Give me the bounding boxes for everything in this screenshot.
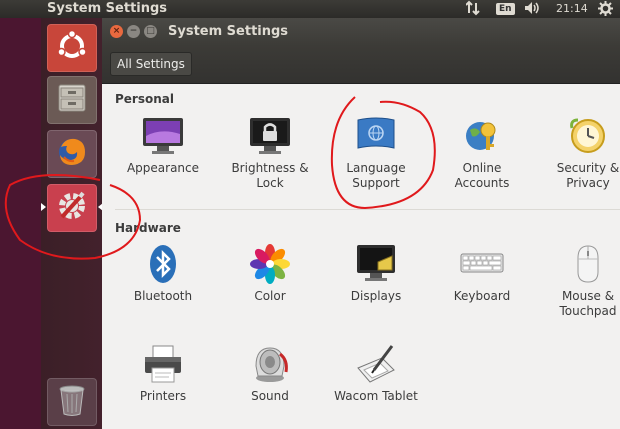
brightness-lock-icon	[248, 114, 292, 158]
settings-item-online-accounts[interactable]: Online Accounts	[432, 114, 532, 191]
top-panel-title: System Settings	[47, 1, 168, 16]
bluetooth-icon	[141, 242, 185, 286]
settings-item-label-line2: Privacy	[566, 176, 610, 190]
toolbar: All Settings	[102, 46, 620, 84]
settings-item-label: Color	[254, 289, 286, 303]
settings-item-language-support[interactable]: Language Support	[326, 114, 426, 191]
settings-item-mouse-touchpad[interactable]: Mouse & Touchpad	[538, 242, 620, 319]
keyboard-layout-indicator[interactable]: En	[496, 3, 515, 15]
keyboard-icon	[460, 242, 504, 286]
settings-item-sound[interactable]: Sound	[220, 342, 320, 404]
settings-item-label: Appearance	[126, 161, 200, 175]
settings-item-label: Keyboard	[453, 289, 511, 303]
settings-item-printers[interactable]: Printers	[113, 342, 213, 404]
mouse-icon	[566, 242, 610, 286]
top-panel: System Settings En 21:14	[0, 0, 620, 18]
launcher-files-button[interactable]	[47, 76, 97, 124]
speaker-icon	[248, 342, 292, 386]
settings-item-label-line2: Accounts	[454, 176, 510, 190]
settings-item-displays[interactable]: Displays	[326, 242, 426, 304]
all-settings-button[interactable]: All Settings	[110, 52, 192, 76]
settings-item-label-line1: Security &	[556, 161, 620, 175]
launcher	[41, 18, 103, 429]
settings-item-label-line1: Brightness &	[231, 161, 309, 175]
window-title: System Settings	[168, 24, 289, 39]
trash-icon	[55, 382, 89, 422]
settings-item-label-line1: Mouse &	[561, 289, 615, 303]
section-separator	[115, 209, 620, 210]
files-icon	[55, 81, 89, 119]
section-title-personal: Personal	[115, 92, 174, 106]
appearance-icon	[141, 114, 185, 158]
system-settings-icon	[54, 188, 90, 228]
launcher-running-indicator	[41, 203, 46, 211]
settings-item-brightness-lock[interactable]: Brightness & Lock	[220, 114, 320, 191]
system-settings-window: × − □ System Settings All Settings Perso…	[102, 18, 620, 429]
gear-icon[interactable]	[598, 1, 613, 19]
minimize-button[interactable]: −	[127, 25, 140, 38]
settings-item-color[interactable]: Color	[220, 242, 320, 304]
settings-item-label-line2: Touchpad	[559, 304, 617, 318]
settings-item-label-line2: Lock	[256, 176, 284, 190]
settings-item-label: Bluetooth	[133, 289, 193, 303]
maximize-button[interactable]: □	[144, 25, 157, 38]
online-accounts-icon	[460, 114, 504, 158]
close-button[interactable]: ×	[110, 25, 123, 38]
settings-item-wacom-tablet[interactable]: Wacom Tablet	[326, 342, 426, 404]
section-title-hardware: Hardware	[115, 221, 181, 235]
settings-item-label: Wacom Tablet	[334, 389, 418, 403]
clock[interactable]: 21:14	[556, 2, 588, 15]
network-icon[interactable]	[465, 0, 480, 19]
wacom-tablet-icon	[354, 342, 398, 386]
ubuntu-dash-icon	[55, 29, 89, 67]
volume-icon[interactable]	[524, 1, 542, 18]
settings-item-label-line1: Online	[462, 161, 502, 175]
color-flower-icon	[248, 242, 292, 286]
firefox-icon	[55, 135, 89, 173]
desktop-background	[0, 18, 41, 429]
settings-item-label-line1: Language	[346, 161, 406, 175]
displays-icon	[354, 242, 398, 286]
settings-item-keyboard[interactable]: Keyboard	[432, 242, 532, 304]
launcher-firefox-button[interactable]	[47, 130, 97, 178]
security-clock-icon	[566, 114, 610, 158]
settings-item-label-line2: Support	[352, 176, 400, 190]
settings-item-security-privacy[interactable]: Security & Privacy	[538, 114, 620, 191]
launcher-dash-button[interactable]	[47, 24, 97, 72]
launcher-trash-button[interactable]	[47, 378, 97, 426]
language-flag-icon	[354, 114, 398, 158]
settings-item-label: Sound	[251, 389, 289, 403]
settings-item-bluetooth[interactable]: Bluetooth	[113, 242, 213, 304]
settings-item-label: Printers	[139, 389, 187, 403]
settings-panel: Personal Appearance Brightness & Lock La…	[102, 84, 620, 429]
settings-item-appearance[interactable]: Appearance	[113, 114, 213, 176]
launcher-system-settings-button[interactable]	[47, 184, 97, 232]
printer-icon	[141, 342, 185, 386]
window-titlebar[interactable]: × − □ System Settings	[102, 18, 620, 46]
settings-item-label: Displays	[350, 289, 402, 303]
